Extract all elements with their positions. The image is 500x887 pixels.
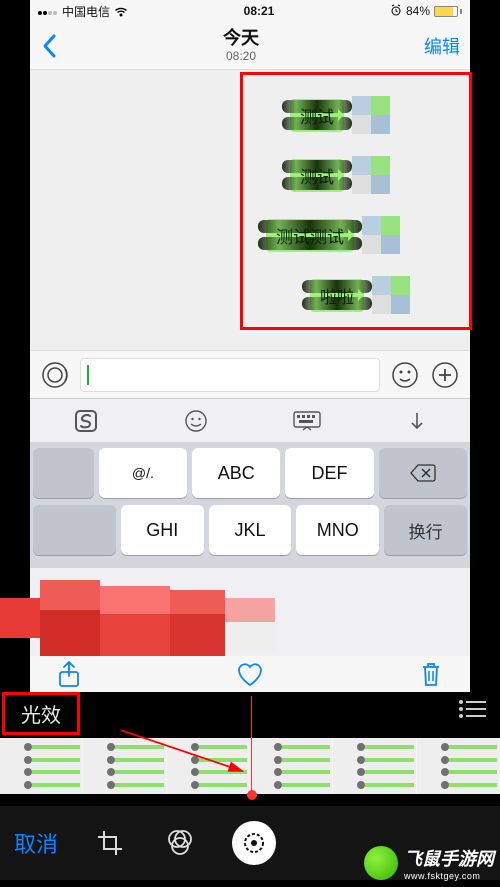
playhead-knob[interactable] <box>247 790 257 800</box>
carrier-label: 中国电信 <box>62 3 110 20</box>
chat-message: 测试 <box>290 156 390 194</box>
playhead[interactable] <box>251 696 252 794</box>
filters-tool-icon[interactable] <box>162 825 198 861</box>
filmstrip[interactable] <box>0 738 500 794</box>
watermark-url: www.fsktgey.com <box>404 871 494 881</box>
avatar <box>362 216 400 254</box>
chat-message: 测试测试 <box>266 216 400 254</box>
voice-icon[interactable] <box>40 360 70 390</box>
message-bubble: 啦啦 <box>310 279 364 312</box>
censor-mosaic <box>0 580 275 658</box>
avatar <box>352 96 390 134</box>
photo-action-row <box>30 656 470 692</box>
message-input[interactable] <box>80 358 380 392</box>
status-time: 08:21 <box>244 4 275 18</box>
key-blank[interactable] <box>33 505 116 555</box>
effects-tab[interactable]: 光效 <box>2 692 80 735</box>
key-jkl[interactable]: JKL <box>209 505 292 555</box>
key-enter[interactable]: 换行 <box>384 505 467 555</box>
sogou-logo-icon[interactable] <box>73 408 99 434</box>
list-icon[interactable] <box>458 699 486 724</box>
text-cursor <box>87 365 89 385</box>
key-blank[interactable] <box>33 448 94 498</box>
key-symbols[interactable]: @/. <box>99 448 187 498</box>
wifi-icon <box>114 6 128 17</box>
watermark-logo-icon <box>364 846 398 880</box>
chat-message: 啦啦 <box>310 276 410 314</box>
keyboard-switch-icon[interactable] <box>293 411 321 431</box>
trash-icon[interactable] <box>420 660 442 688</box>
plus-icon[interactable] <box>430 360 460 390</box>
watermark-text: 飞鼠手游网 <box>404 845 494 871</box>
editor-tab-row: 光效 <box>0 694 500 732</box>
key-abc[interactable]: ABC <box>192 448 280 498</box>
nav-title: 今天 <box>223 28 259 50</box>
emoji-keyboard-icon[interactable] <box>184 409 208 433</box>
keyboard-hide-icon[interactable] <box>406 410 428 432</box>
message-bubble: 测试 <box>290 159 344 192</box>
watermark: 飞鼠手游网 www.fsktgey.com <box>364 845 494 881</box>
adjust-tool-icon[interactable] <box>232 821 276 865</box>
keyboard: @/. ABC DEF GHI JKL MNO 换行 <box>30 442 470 568</box>
phone-screenshot: 中国电信 08:21 84% 今天 08:20 编辑 测试 测试 <box>30 0 470 680</box>
message-bubble: 测试 <box>290 99 344 132</box>
chat-input-row <box>30 350 470 398</box>
chat-message: 测试 <box>290 96 390 134</box>
key-def[interactable]: DEF <box>285 448 373 498</box>
crop-tool-icon[interactable] <box>92 825 128 861</box>
battery-pct: 84% <box>406 4 430 18</box>
battery-icon <box>434 6 462 17</box>
status-bar: 中国电信 08:21 84% <box>30 0 470 22</box>
share-icon[interactable] <box>58 660 80 688</box>
avatar <box>352 156 390 194</box>
key-ghi[interactable]: GHI <box>121 505 204 555</box>
alarm-icon <box>390 4 402 19</box>
cancel-button[interactable]: 取消 <box>14 827 58 859</box>
nav-bar: 今天 08:20 编辑 <box>30 22 470 70</box>
back-button[interactable] <box>40 32 58 60</box>
signal-icon <box>38 4 58 18</box>
avatar <box>372 276 410 314</box>
edit-button[interactable]: 编辑 <box>424 33 460 59</box>
key-backspace[interactable] <box>379 448 467 498</box>
chat-area: 测试 测试 测试测试 啦啦 <box>30 70 470 350</box>
favorite-icon[interactable] <box>236 661 264 687</box>
keyboard-toolbar <box>30 398 470 442</box>
message-bubble: 测试测试 <box>266 219 354 252</box>
emoji-icon[interactable] <box>390 360 420 390</box>
key-mno[interactable]: MNO <box>296 505 379 555</box>
nav-subtitle: 08:20 <box>223 49 259 63</box>
